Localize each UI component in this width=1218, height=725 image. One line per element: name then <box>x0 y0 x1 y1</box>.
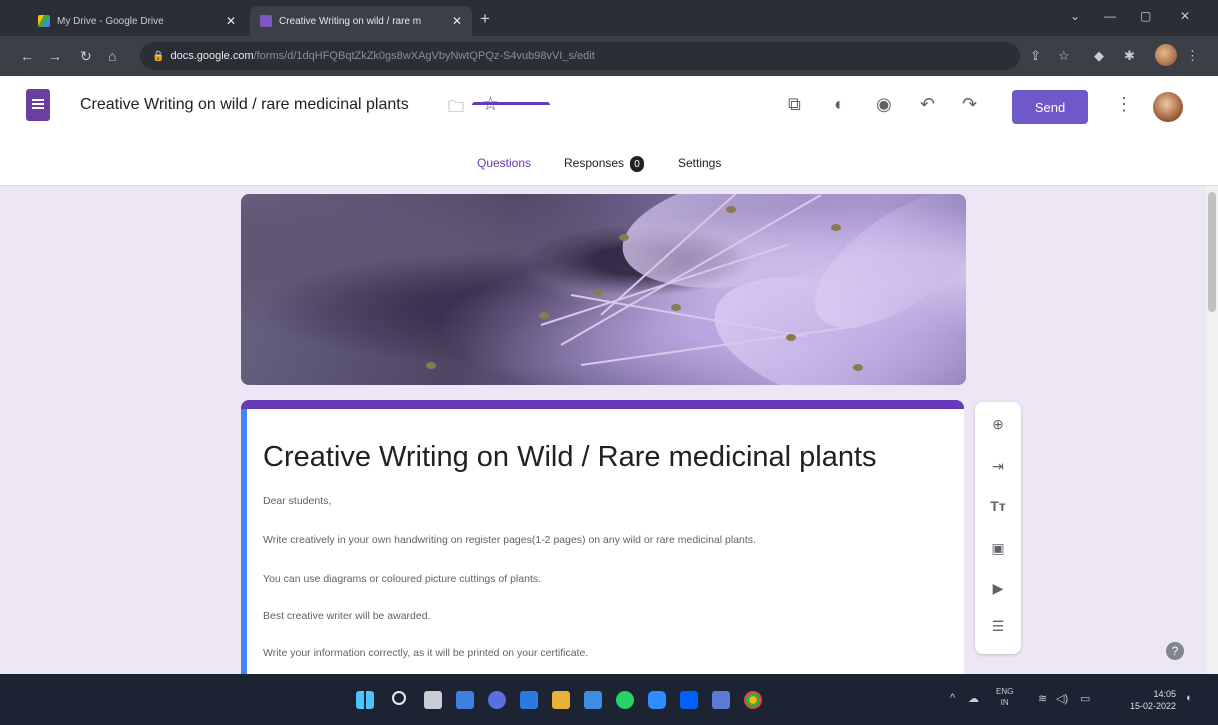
chrome-icon[interactable] <box>744 691 762 709</box>
clock-date: 15-02-2022 <box>1130 701 1177 711</box>
taskbar-app-icon[interactable] <box>712 691 730 709</box>
add-video-icon[interactable]: ▶ <box>975 580 1021 597</box>
more-options-icon[interactable]: ⋮ <box>1115 94 1133 115</box>
form-description-line[interactable]: Dear students, <box>263 495 331 507</box>
reload-icon[interactable]: ↻ <box>80 48 92 65</box>
lock-icon: 🔒 <box>152 50 165 62</box>
browser-toolbar: ← → ↻ ⌂ 🔒 docs.google.com/forms/d/1dqHFQ… <box>0 36 1218 76</box>
redo-icon[interactable]: ↷ <box>962 94 977 115</box>
wifi-icon[interactable]: ≋ <box>1038 692 1047 705</box>
whatsapp-icon[interactable] <box>616 691 634 709</box>
tab-responses-label: Responses <box>564 156 625 171</box>
extension-icon[interactable]: ◆ <box>1094 48 1104 64</box>
tab-questions[interactable]: Questions <box>477 156 531 170</box>
preview-eye-icon[interactable]: ◉ <box>876 94 892 115</box>
add-title-icon[interactable]: Tт <box>975 498 1021 514</box>
forms-header: Creative Writing on wild / rare medicina… <box>0 76 1218 186</box>
forward-icon[interactable]: → <box>48 48 62 64</box>
search-icon[interactable] <box>392 691 406 705</box>
help-icon[interactable]: ? <box>1166 642 1184 660</box>
show-hidden-icons-icon[interactable]: ^ <box>950 692 955 704</box>
back-icon[interactable]: ← <box>20 48 34 64</box>
address-bar[interactable]: 🔒 docs.google.com/forms/d/1dqHFQBqtZkZk0… <box>140 42 1020 70</box>
edge-browser-icon[interactable] <box>520 691 538 709</box>
clock-time: 14:05 <box>1153 689 1177 699</box>
form-description-line[interactable]: Best creative writer will be awarded. <box>263 610 430 622</box>
form-title[interactable]: Creative Writing on Wild / Rare medicina… <box>263 441 877 474</box>
browser-tab-strip: My Drive - Google Drive ✕ Creative Writi… <box>0 0 1218 36</box>
language-indicator[interactable]: ENG IN <box>996 686 1013 708</box>
battery-icon[interactable]: ▭ <box>1080 692 1090 705</box>
form-header-image <box>241 194 966 385</box>
add-section-icon[interactable]: ☰ <box>975 618 1021 635</box>
form-description-line[interactable]: Write your information correctly, as it … <box>263 647 588 659</box>
system-clock[interactable]: 14:05 15-02-2022 <box>1130 688 1176 712</box>
chat-icon[interactable] <box>488 691 506 709</box>
widgets-icon[interactable] <box>456 691 474 709</box>
onedrive-cloud-icon[interactable]: ☁ <box>968 692 979 705</box>
task-view-icon[interactable] <box>424 691 442 709</box>
tab-settings[interactable]: Settings <box>678 156 721 170</box>
close-tab-icon[interactable]: ✕ <box>226 14 236 28</box>
minimize-icon[interactable]: — <box>1104 9 1116 23</box>
scrollbar-thumb[interactable] <box>1208 192 1216 312</box>
undo-icon[interactable]: ↶ <box>920 94 935 115</box>
share-icon[interactable]: ⇪ <box>1030 48 1041 64</box>
windows-taskbar: ^ ☁ ENG IN ≋ ◁) ▭ 14:05 15-02-2022 ◐ <box>0 674 1218 725</box>
language-code: ENG <box>996 687 1014 696</box>
file-explorer-icon[interactable] <box>552 691 570 709</box>
responses-count-badge: 0 <box>630 156 645 172</box>
addons-puzzle-icon[interactable]: ⧉ <box>788 94 801 115</box>
question-toolbar: ⊕ ⇥ Tт ▣ ▶ ☰ <box>975 402 1021 654</box>
move-to-folder-icon[interactable]: 🗀 <box>448 96 464 123</box>
google-drive-favicon-icon <box>38 15 50 27</box>
url-path: /forms/d/1dqHFQBqtZkZk0gs8wXAgVbyNwtQPQz… <box>253 50 595 62</box>
home-icon[interactable]: ⌂ <box>108 48 116 64</box>
extensions-puzzle-icon[interactable]: ✱ <box>1124 48 1135 64</box>
tab-responses[interactable]: Responses 0 <box>564 156 645 172</box>
start-windows-icon[interactable] <box>356 691 374 709</box>
mail-icon[interactable] <box>584 691 602 709</box>
google-forms-favicon-icon <box>260 15 272 27</box>
tab-title: Creative Writing on wild / rare m <box>279 15 422 27</box>
close-window-icon[interactable]: ✕ <box>1180 9 1190 23</box>
browser-profile-avatar[interactable] <box>1155 44 1177 66</box>
tab-forms-editor[interactable]: Creative Writing on wild / rare m ✕ <box>250 6 472 36</box>
add-question-icon[interactable]: ⊕ <box>975 416 1021 433</box>
region-code: IN <box>1000 698 1009 707</box>
selected-card-indicator <box>241 409 247 685</box>
customize-theme-palette-icon[interactable]: ◐ <box>834 94 845 115</box>
bookmark-star-icon[interactable]: ☆ <box>1058 48 1070 64</box>
tab-my-drive[interactable]: My Drive - Google Drive ✕ <box>28 6 246 36</box>
account-avatar[interactable] <box>1153 92 1183 122</box>
close-tab-icon[interactable]: ✕ <box>452 14 462 28</box>
notifications-icon[interactable]: ◐ <box>1186 692 1193 704</box>
import-questions-icon[interactable]: ⇥ <box>975 458 1021 475</box>
active-tab-indicator <box>472 102 550 105</box>
url-domain: docs.google.com <box>170 50 254 62</box>
maximize-icon[interactable]: ▢ <box>1140 9 1151 23</box>
zoom-icon[interactable] <box>648 691 666 709</box>
form-title-card[interactable]: Creative Writing on Wild / Rare medicina… <box>241 400 964 685</box>
tab-search-icon[interactable]: ⌄ <box>1070 9 1080 23</box>
form-description-line[interactable]: Write creatively in your own handwriting… <box>263 534 756 546</box>
google-forms-logo-icon[interactable] <box>26 89 50 121</box>
page-scrollbar[interactable] <box>1206 186 1218 674</box>
new-tab-icon[interactable]: + <box>480 9 490 29</box>
tab-title: My Drive - Google Drive <box>57 15 164 27</box>
dropbox-icon[interactable] <box>680 691 698 709</box>
browser-menu-icon[interactable]: ⋮ <box>1186 48 1199 64</box>
send-button[interactable]: Send <box>1012 90 1088 124</box>
volume-icon[interactable]: ◁) <box>1056 692 1068 705</box>
add-image-icon[interactable]: ▣ <box>975 540 1021 557</box>
document-title[interactable]: Creative Writing on wild / rare medicina… <box>80 96 409 114</box>
form-description-line[interactable]: You can use diagrams or coloured picture… <box>263 573 541 585</box>
